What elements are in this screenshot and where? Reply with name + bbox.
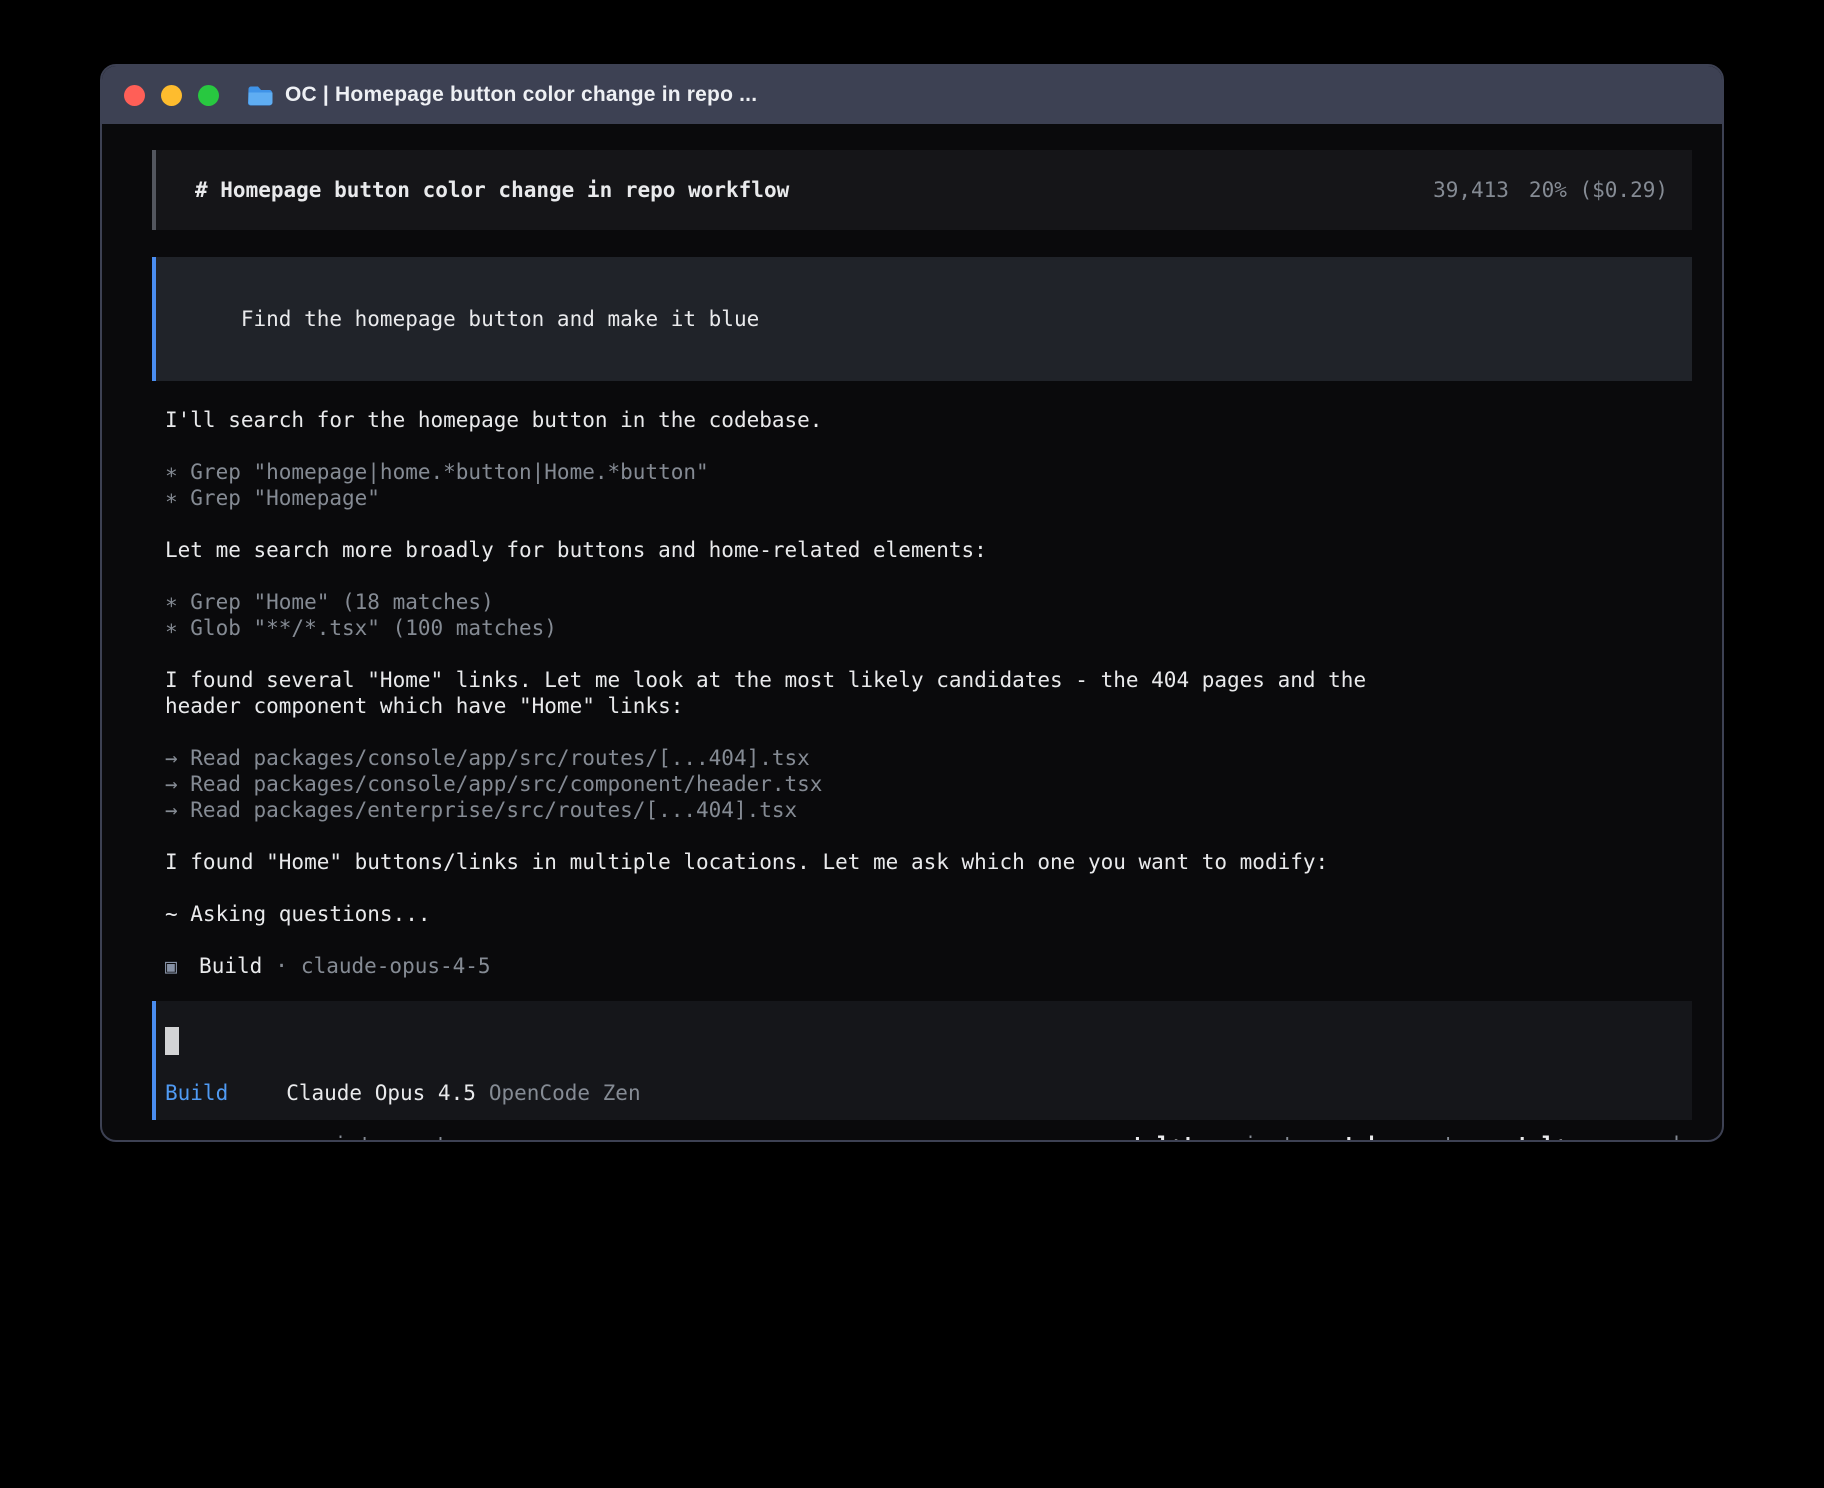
assistant-message: I found several "Home" links. Let me loo… — [165, 667, 1692, 693]
titlebar[interactable]: OC | Homepage button color change in rep… — [102, 66, 1722, 124]
ctrl-p-key: ctrl+p — [1504, 1132, 1580, 1140]
agent-separator: · — [275, 953, 288, 979]
context-cost: 20% ($0.29) — [1529, 177, 1668, 203]
tool-call-grep: ∗ Grep "homepage|home.*button|Home.*butt… — [165, 459, 1692, 485]
prompt-input[interactable]: Build Claude Opus 4.5 OpenCode Zen — [152, 1001, 1692, 1120]
input-meta-line: Build Claude Opus 4.5 OpenCode Zen — [165, 1080, 1668, 1106]
agent-name: Build — [199, 953, 262, 979]
zoom-button[interactable] — [198, 85, 219, 106]
assistant-message: I found "Home" buttons/links in multiple… — [165, 849, 1692, 875]
hint-commands: ctrl+p commands — [1504, 1132, 1692, 1140]
esc-label: interrupt — [334, 1132, 448, 1140]
window-title: OC | Homepage button color change in rep… — [285, 83, 757, 107]
assistant-transcript: I'll search for the homepage button in t… — [152, 407, 1692, 979]
file-read-group: → Read packages/console/app/src/routes/[… — [165, 745, 1692, 823]
user-message-text: Find the homepage button and make it blu… — [241, 307, 759, 331]
text-cursor — [165, 1027, 179, 1055]
tool-call-glob: ∗ Glob "**/*.tsx" (100 matches) — [165, 615, 1692, 641]
tool-call-grep: ∗ Grep "Homepage" — [165, 485, 1692, 511]
interrupt-hint: esc interrupt — [284, 1132, 448, 1140]
input-agent-label[interactable]: Build — [165, 1080, 228, 1106]
minimize-button[interactable] — [161, 85, 182, 106]
folder-icon — [247, 84, 274, 107]
token-count: 39,413 — [1433, 177, 1509, 203]
session-title: # Homepage button color change in repo w… — [195, 177, 789, 203]
assistant-message: I'll search for the homepage button in t… — [165, 407, 1692, 433]
traffic-lights — [124, 85, 219, 106]
session-header: # Homepage button color change in repo w… — [152, 150, 1692, 230]
status-bar: esc interrupt ctrl+t variants tab agents… — [142, 1132, 1692, 1140]
ctrl-t-key: ctrl+t — [1119, 1132, 1195, 1140]
terminal-content: # Homepage button color change in repo w… — [102, 124, 1722, 1140]
tab-key: tab — [1343, 1132, 1381, 1140]
assistant-message-wrapped: I found several "Home" links. Let me loo… — [165, 667, 1692, 719]
session-stats: 39,413 20% ($0.29) — [1433, 177, 1668, 203]
assistant-message: Let me search more broadly for buttons a… — [165, 537, 1692, 563]
agent-status-icon: ▣ — [165, 953, 177, 979]
tool-call-group: ∗ Grep "Home" (18 matches) ∗ Glob "**/*.… — [165, 589, 1692, 641]
variants-label: variants — [1206, 1132, 1307, 1140]
esc-key: esc — [284, 1132, 322, 1140]
user-message: Find the homepage button and make it blu… — [152, 257, 1692, 381]
commands-label: commands — [1591, 1132, 1692, 1140]
status-line-asking: ~ Asking questions... — [165, 901, 1692, 927]
assistant-message: header component which have "Home" links… — [165, 693, 1692, 719]
file-read-line: → Read packages/console/app/src/routes/[… — [165, 745, 1692, 771]
hint-variants: ctrl+t variants — [1119, 1132, 1307, 1140]
agent-status-line: ▣ Build · claude-opus-4-5 — [165, 953, 1692, 979]
input-provider-label: OpenCode Zen — [489, 1080, 641, 1106]
terminal-window: OC | Homepage button color change in rep… — [100, 64, 1724, 1142]
tool-call-grep: ∗ Grep "Home" (18 matches) — [165, 589, 1692, 615]
agent-model: claude-opus-4-5 — [301, 953, 491, 979]
file-read-line: → Read packages/enterprise/src/routes/[.… — [165, 797, 1692, 823]
input-model-label[interactable]: Claude Opus 4.5 — [286, 1080, 476, 1106]
hint-agents: tab agents — [1343, 1132, 1468, 1140]
window-title-group: OC | Homepage button color change in rep… — [247, 83, 757, 107]
tool-call-group: ∗ Grep "homepage|home.*button|Home.*butt… — [165, 459, 1692, 511]
agents-label: agents — [1392, 1132, 1468, 1140]
close-button[interactable] — [124, 85, 145, 106]
shortcut-hints: ctrl+t variants tab agents ctrl+p comman… — [1119, 1132, 1692, 1140]
file-read-line: → Read packages/console/app/src/componen… — [165, 771, 1692, 797]
